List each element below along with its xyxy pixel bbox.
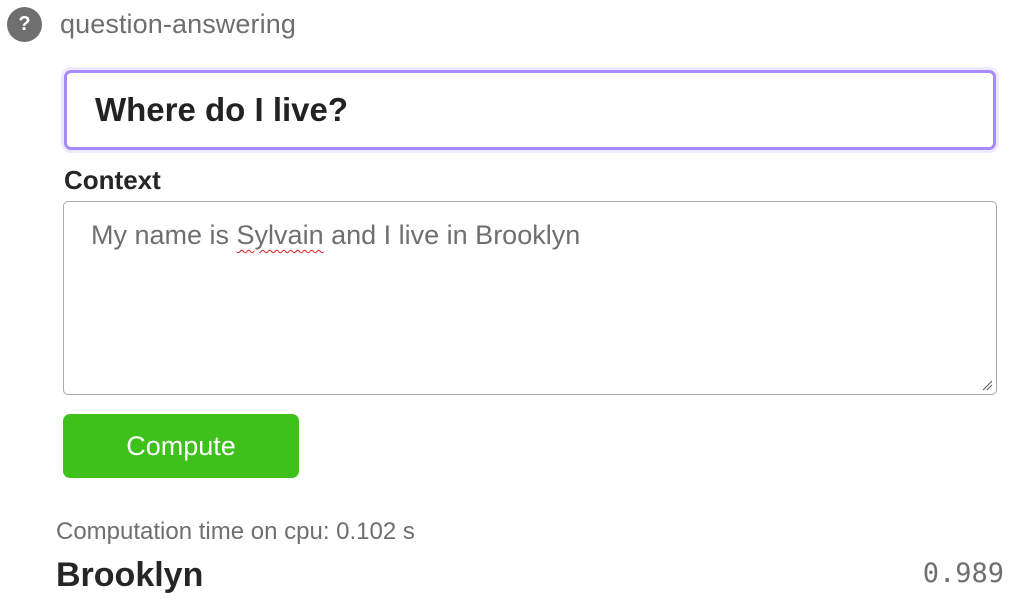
context-text-after: and I live in Brooklyn bbox=[323, 220, 581, 250]
context-text-before: My name is bbox=[91, 220, 237, 250]
computation-time: Computation time on cpu: 0.102 s bbox=[56, 518, 415, 545]
resize-handle-icon[interactable] bbox=[981, 379, 993, 391]
question-input[interactable] bbox=[64, 70, 996, 150]
compute-button[interactable]: Compute bbox=[63, 414, 299, 478]
help-glyph: ? bbox=[18, 12, 31, 35]
question-mark-icon[interactable]: ? bbox=[7, 6, 42, 42]
task-name: question-answering bbox=[60, 8, 296, 39]
answer-score: 0.989 bbox=[922, 558, 1004, 589]
inference-widget: ? question-answering Context My name is … bbox=[0, 0, 1015, 603]
context-label: Context bbox=[64, 165, 161, 195]
task-header: ? question-answering bbox=[7, 6, 296, 42]
spellcheck-flagged-word: Sylvain bbox=[236, 220, 324, 250]
context-textarea[interactable]: My name is Sylvain and I live in Brookly… bbox=[63, 201, 997, 395]
answer-text: Brooklyn bbox=[56, 556, 204, 594]
